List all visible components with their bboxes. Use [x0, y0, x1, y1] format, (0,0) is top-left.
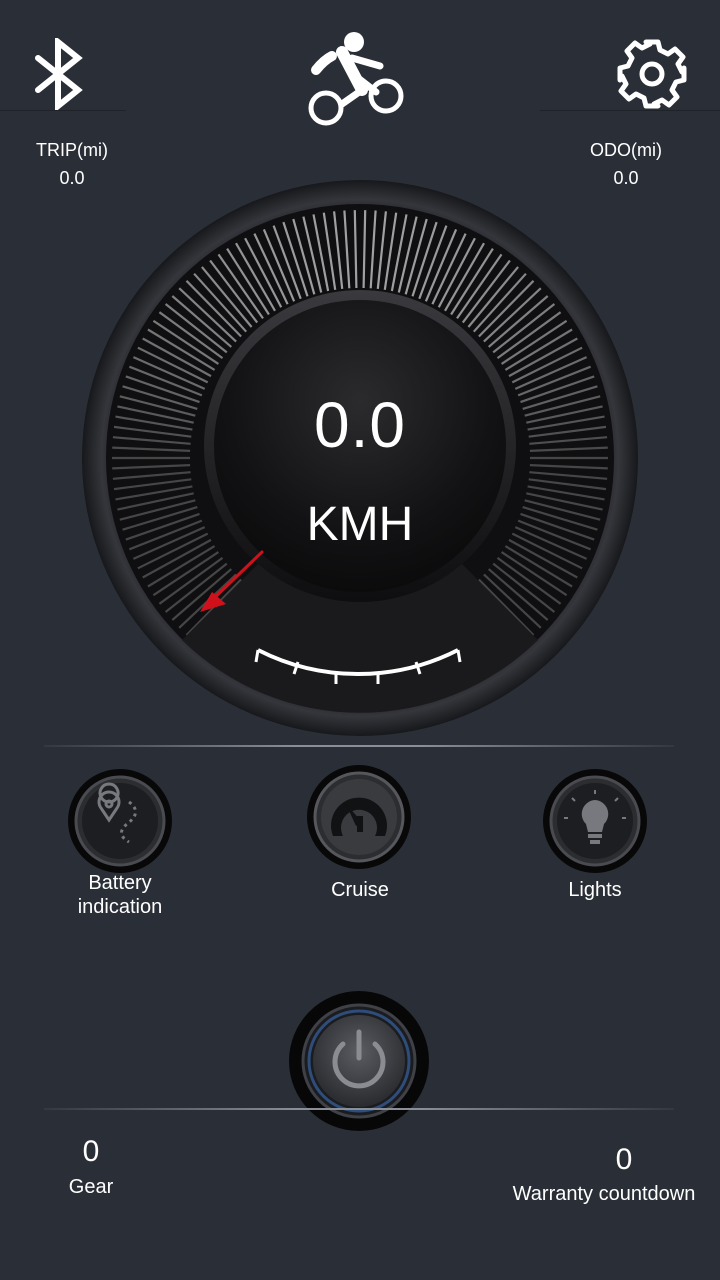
warranty-countdown-value: 0 — [615, 1143, 633, 1176]
battery-label-line1: Battery — [88, 872, 152, 894]
battery-label-line2: indication — [77, 896, 163, 918]
gear-label: Gear — [68, 1176, 114, 1198]
trip-label: TRIP(mi) — [36, 140, 108, 160]
bluetooth-icon[interactable] — [32, 38, 92, 110]
header-divider-left — [0, 110, 126, 111]
power-button[interactable] — [288, 990, 430, 1132]
odo-label: ODO(mi) — [590, 140, 662, 160]
lights-label: Lights — [568, 879, 622, 901]
gear-icon[interactable] — [614, 36, 690, 112]
speed-unit-label: KMH — [306, 498, 414, 551]
app-screen: TRIP(mi) 0.0 ODO(mi) 0.0 0.0 KMH Battery… — [0, 0, 720, 1280]
cyclist-icon — [308, 32, 404, 126]
lights-button[interactable] — [542, 768, 648, 874]
section-divider-bottom — [44, 1108, 674, 1110]
battery-indication-button[interactable] — [67, 768, 173, 874]
section-divider-top — [44, 745, 674, 747]
battery-indication-label: Battery indication — [30, 871, 210, 919]
cruise-button[interactable] — [306, 764, 412, 870]
gear-value: 0 — [82, 1135, 100, 1168]
cruise-label: Cruise — [331, 879, 389, 901]
header-divider-right — [540, 110, 720, 111]
speed-readout: 0.0 — [314, 389, 406, 461]
warranty-countdown-label: Warranty countdown — [512, 1183, 696, 1205]
